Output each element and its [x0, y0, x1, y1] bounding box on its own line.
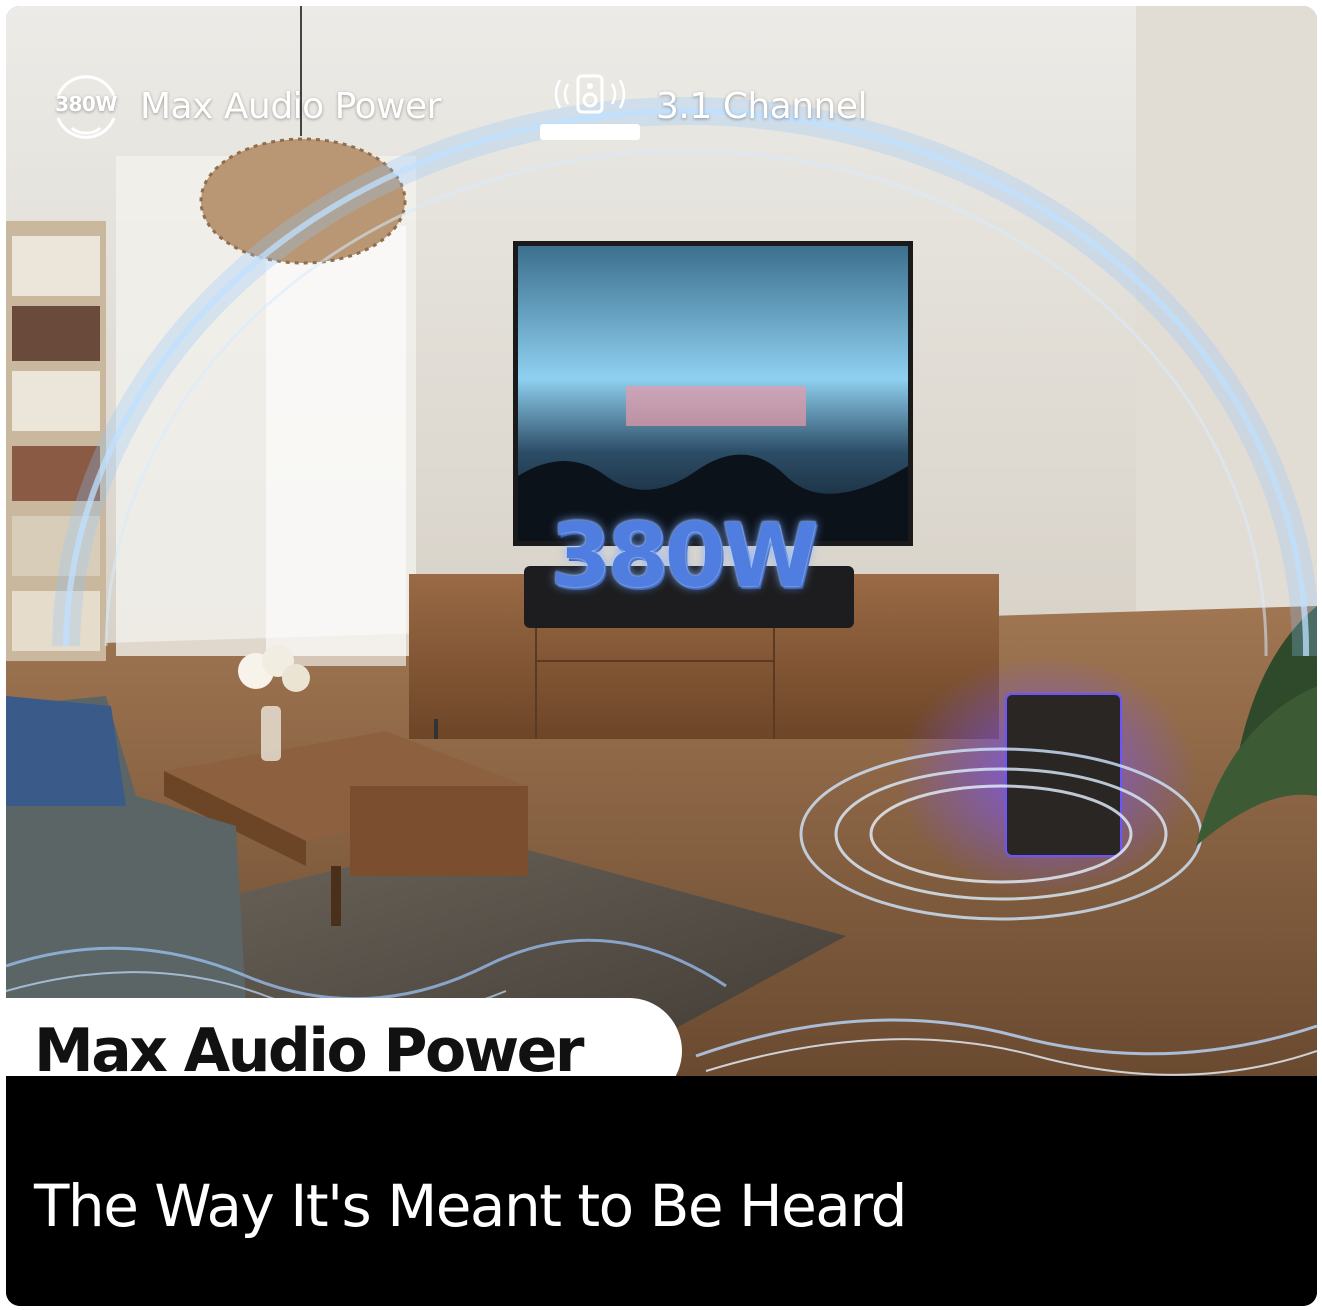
feature-3-1-channel: 3.1 Channel	[536, 66, 868, 146]
power-badge-text: 380W	[55, 92, 117, 116]
feature-power-label: Max Audio Power	[140, 85, 441, 127]
living-room-scene: 380W	[6, 6, 1317, 1076]
feature-channel-label: 3.1 Channel	[656, 85, 868, 127]
power-badge-icon: 380W	[46, 66, 126, 146]
power-overlay-text: 380W	[550, 504, 819, 607]
feature-max-audio-power: 380W Max Audio Power	[46, 66, 441, 146]
soundbar-speaker-icon	[536, 66, 646, 146]
tagline-text: The Way It's Meant to Be Heard	[34, 1172, 907, 1240]
product-banner: 380W 380W Max Audio Power 3.1 Channel Ma…	[6, 6, 1317, 1306]
